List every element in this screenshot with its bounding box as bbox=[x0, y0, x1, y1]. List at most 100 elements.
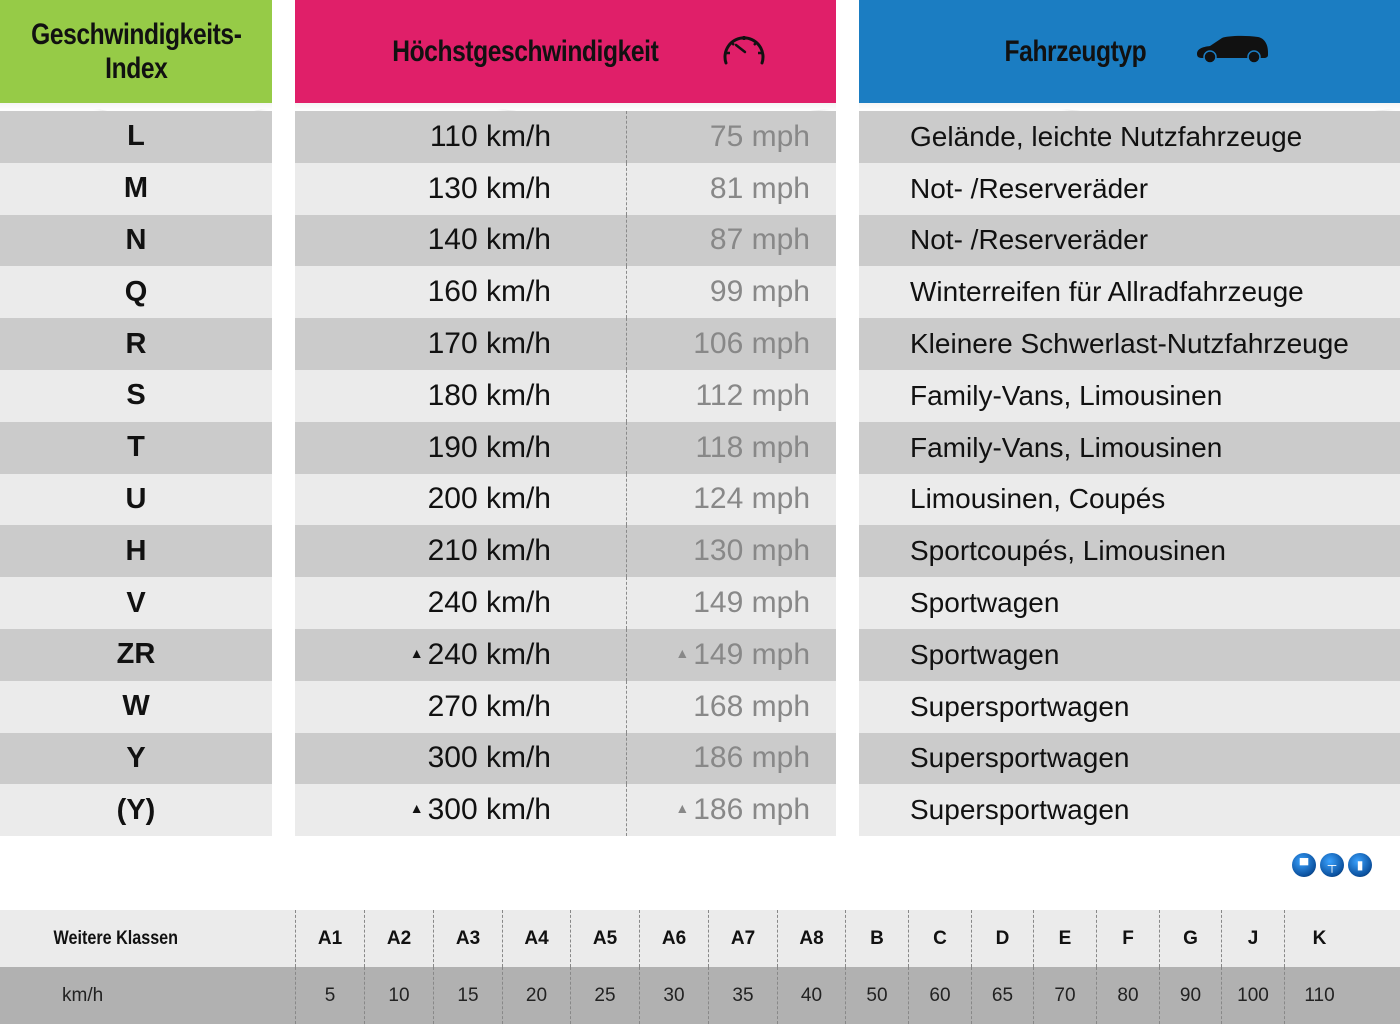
column-divider bbox=[626, 473, 627, 526]
extra-class-speed: 60 bbox=[908, 967, 971, 1024]
index-row: Q bbox=[0, 266, 272, 319]
speed-mph: ▲ 149 mph bbox=[675, 637, 810, 671]
vehicle-rows: Gelände, leichte Nutzfahrzeuge Not- /Rese… bbox=[859, 111, 1400, 837]
vehicle-type: Sportwagen bbox=[910, 638, 1060, 670]
vehicle-row: Family-Vans, Limousinen bbox=[859, 369, 1400, 422]
speed-kmh: 190 km/h bbox=[427, 430, 551, 464]
oil-bottle-icon: ▮ bbox=[1348, 853, 1372, 877]
column-divider bbox=[626, 732, 627, 785]
extra-class-code: A4 bbox=[502, 910, 570, 967]
speed-index: (Y) bbox=[116, 793, 156, 826]
speed-mph: 112 mph bbox=[695, 378, 810, 412]
vehicle-type: Sportwagen bbox=[910, 587, 1060, 619]
vehicle-type: Family-Vans, Limousinen bbox=[910, 431, 1223, 463]
speed-mph: 118 mph bbox=[695, 430, 810, 464]
index-header-line1: Geschwindigkeits- bbox=[30, 17, 242, 51]
vehicle-type: Supersportwagen bbox=[910, 690, 1130, 722]
extra-classes-label: Weitere Klassen bbox=[53, 927, 179, 949]
extra-class-speed: 20 bbox=[502, 967, 570, 1024]
speed-kmh: 160 km/h bbox=[427, 275, 551, 309]
header-shadow bbox=[0, 103, 272, 111]
vehicle-type: Not- /Reserveräder bbox=[910, 172, 1149, 204]
index-row: (Y) bbox=[0, 784, 272, 837]
index-header-line2: Index bbox=[104, 51, 168, 85]
extra-classes-value-row: km/h 5 10 15 20 25 30 35 40 50 60 65 70 80 90 100 110 bbox=[0, 967, 1400, 1024]
extra-class-code: D bbox=[971, 910, 1033, 967]
index-row: ZR bbox=[0, 628, 272, 681]
vehicle-row: Not- /Reserveräder bbox=[859, 162, 1400, 215]
speed-index: R bbox=[125, 327, 147, 360]
speed-kmh: ▲ 240 km/h bbox=[409, 637, 551, 671]
vehicle-type: Limousinen, Coupés bbox=[910, 483, 1166, 515]
vehicle-type: Not- /Reserveräder bbox=[910, 224, 1149, 256]
speed-rows: 110 km/h 75 mph 130 km/h 81 mph 140 km/h 8… bbox=[295, 111, 836, 837]
speed-row: 240 km/h 149 mph bbox=[295, 577, 836, 629]
vehicle-row: Winterreifen für Allradfahrzeuge bbox=[859, 266, 1400, 319]
extra-class-code: B bbox=[845, 910, 908, 967]
extra-class-code: F bbox=[1096, 910, 1159, 967]
speed-row: 140 km/h 87 mph bbox=[295, 214, 836, 267]
extra-class-speed: 100 bbox=[1221, 967, 1284, 1024]
speed-index: M bbox=[123, 172, 149, 205]
extra-class-speed: 80 bbox=[1096, 967, 1159, 1024]
speed-mph: ▲ 186 mph bbox=[675, 793, 810, 827]
speed-index: T bbox=[127, 431, 145, 464]
extra-classes-unit-label: km/h bbox=[62, 984, 104, 1006]
extra-class-speed: 10 bbox=[364, 967, 433, 1024]
speed-index: V bbox=[126, 586, 146, 619]
column-divider bbox=[626, 784, 627, 837]
speed-row: 110 km/h 75 mph bbox=[295, 111, 836, 163]
speed-index: N bbox=[125, 223, 147, 256]
extra-class-code: A5 bbox=[570, 910, 639, 967]
index-rows: L M N Q R S T U H V ZR W Y (Y) bbox=[0, 111, 272, 837]
index-header: Geschwindigkeits- Index bbox=[0, 0, 272, 103]
extra-class-speed: 110 bbox=[1284, 967, 1354, 1024]
vehicle-row: Sportcoupés, Limousinen bbox=[859, 525, 1400, 578]
extra-class-speed: 40 bbox=[777, 967, 845, 1024]
index-row: M bbox=[0, 162, 272, 215]
extra-class-speed: 70 bbox=[1033, 967, 1096, 1024]
extra-class-code: A1 bbox=[295, 910, 364, 967]
speed-index: H bbox=[125, 534, 147, 567]
index-row: W bbox=[0, 680, 272, 733]
speed-kmh: 110 km/h bbox=[429, 119, 551, 153]
above-marker-icon: ▲ bbox=[675, 644, 690, 661]
speed-header: Höchstgeschwindigkeit bbox=[295, 0, 836, 103]
speed-kmh: 170 km/h bbox=[427, 327, 551, 361]
extra-class-speed: 65 bbox=[971, 967, 1033, 1024]
speed-row: 160 km/h 99 mph bbox=[295, 266, 836, 319]
extra-class-code: A8 bbox=[777, 910, 845, 967]
vehicle-row: Not- /Reserveräder bbox=[859, 214, 1400, 267]
vehicle-row: Supersportwagen bbox=[859, 784, 1400, 837]
index-row: R bbox=[0, 318, 272, 370]
column-divider bbox=[626, 318, 627, 370]
speed-index: S bbox=[126, 379, 146, 412]
index-row: S bbox=[0, 369, 272, 422]
extra-class-code: A6 bbox=[639, 910, 708, 967]
column-divider bbox=[626, 111, 627, 163]
vehicle-type: Family-Vans, Limousinen bbox=[910, 379, 1223, 411]
speed-kmh: 180 km/h bbox=[427, 378, 551, 412]
speed-index: W bbox=[122, 690, 150, 723]
speedometer-icon bbox=[720, 31, 768, 72]
speed-kmh: 300 km/h bbox=[427, 741, 551, 775]
column-divider bbox=[626, 214, 627, 267]
extra-classes-table: Weitere Klassen A1 A2 A3 A4 A5 A6 A7 A8 B C D E F G J K… bbox=[0, 910, 1400, 1024]
column-divider bbox=[626, 421, 627, 474]
speed-index: L bbox=[127, 120, 145, 153]
vehicle-type: Supersportwagen bbox=[910, 794, 1130, 826]
vehicle-row: Sportwagen bbox=[859, 628, 1400, 681]
speed-kmh: 200 km/h bbox=[427, 482, 551, 516]
speed-mph: 75 mph bbox=[709, 119, 810, 153]
speed-row: 210 km/h 130 mph bbox=[295, 525, 836, 578]
speed-column: Höchstgeschwindigkeit 110 km/h 75 mph 130… bbox=[295, 0, 836, 837]
speed-row: 300 km/h 186 mph bbox=[295, 732, 836, 785]
extra-class-code: G bbox=[1159, 910, 1221, 967]
speed-kmh: 210 km/h bbox=[427, 534, 551, 568]
speed-index: ZR bbox=[116, 638, 156, 671]
car-icon: ▀ bbox=[1292, 853, 1316, 877]
index-row: H bbox=[0, 525, 272, 578]
speed-mph: 99 mph bbox=[709, 275, 810, 309]
vehicle-row: Supersportwagen bbox=[859, 732, 1400, 785]
speed-index: U bbox=[125, 482, 147, 515]
